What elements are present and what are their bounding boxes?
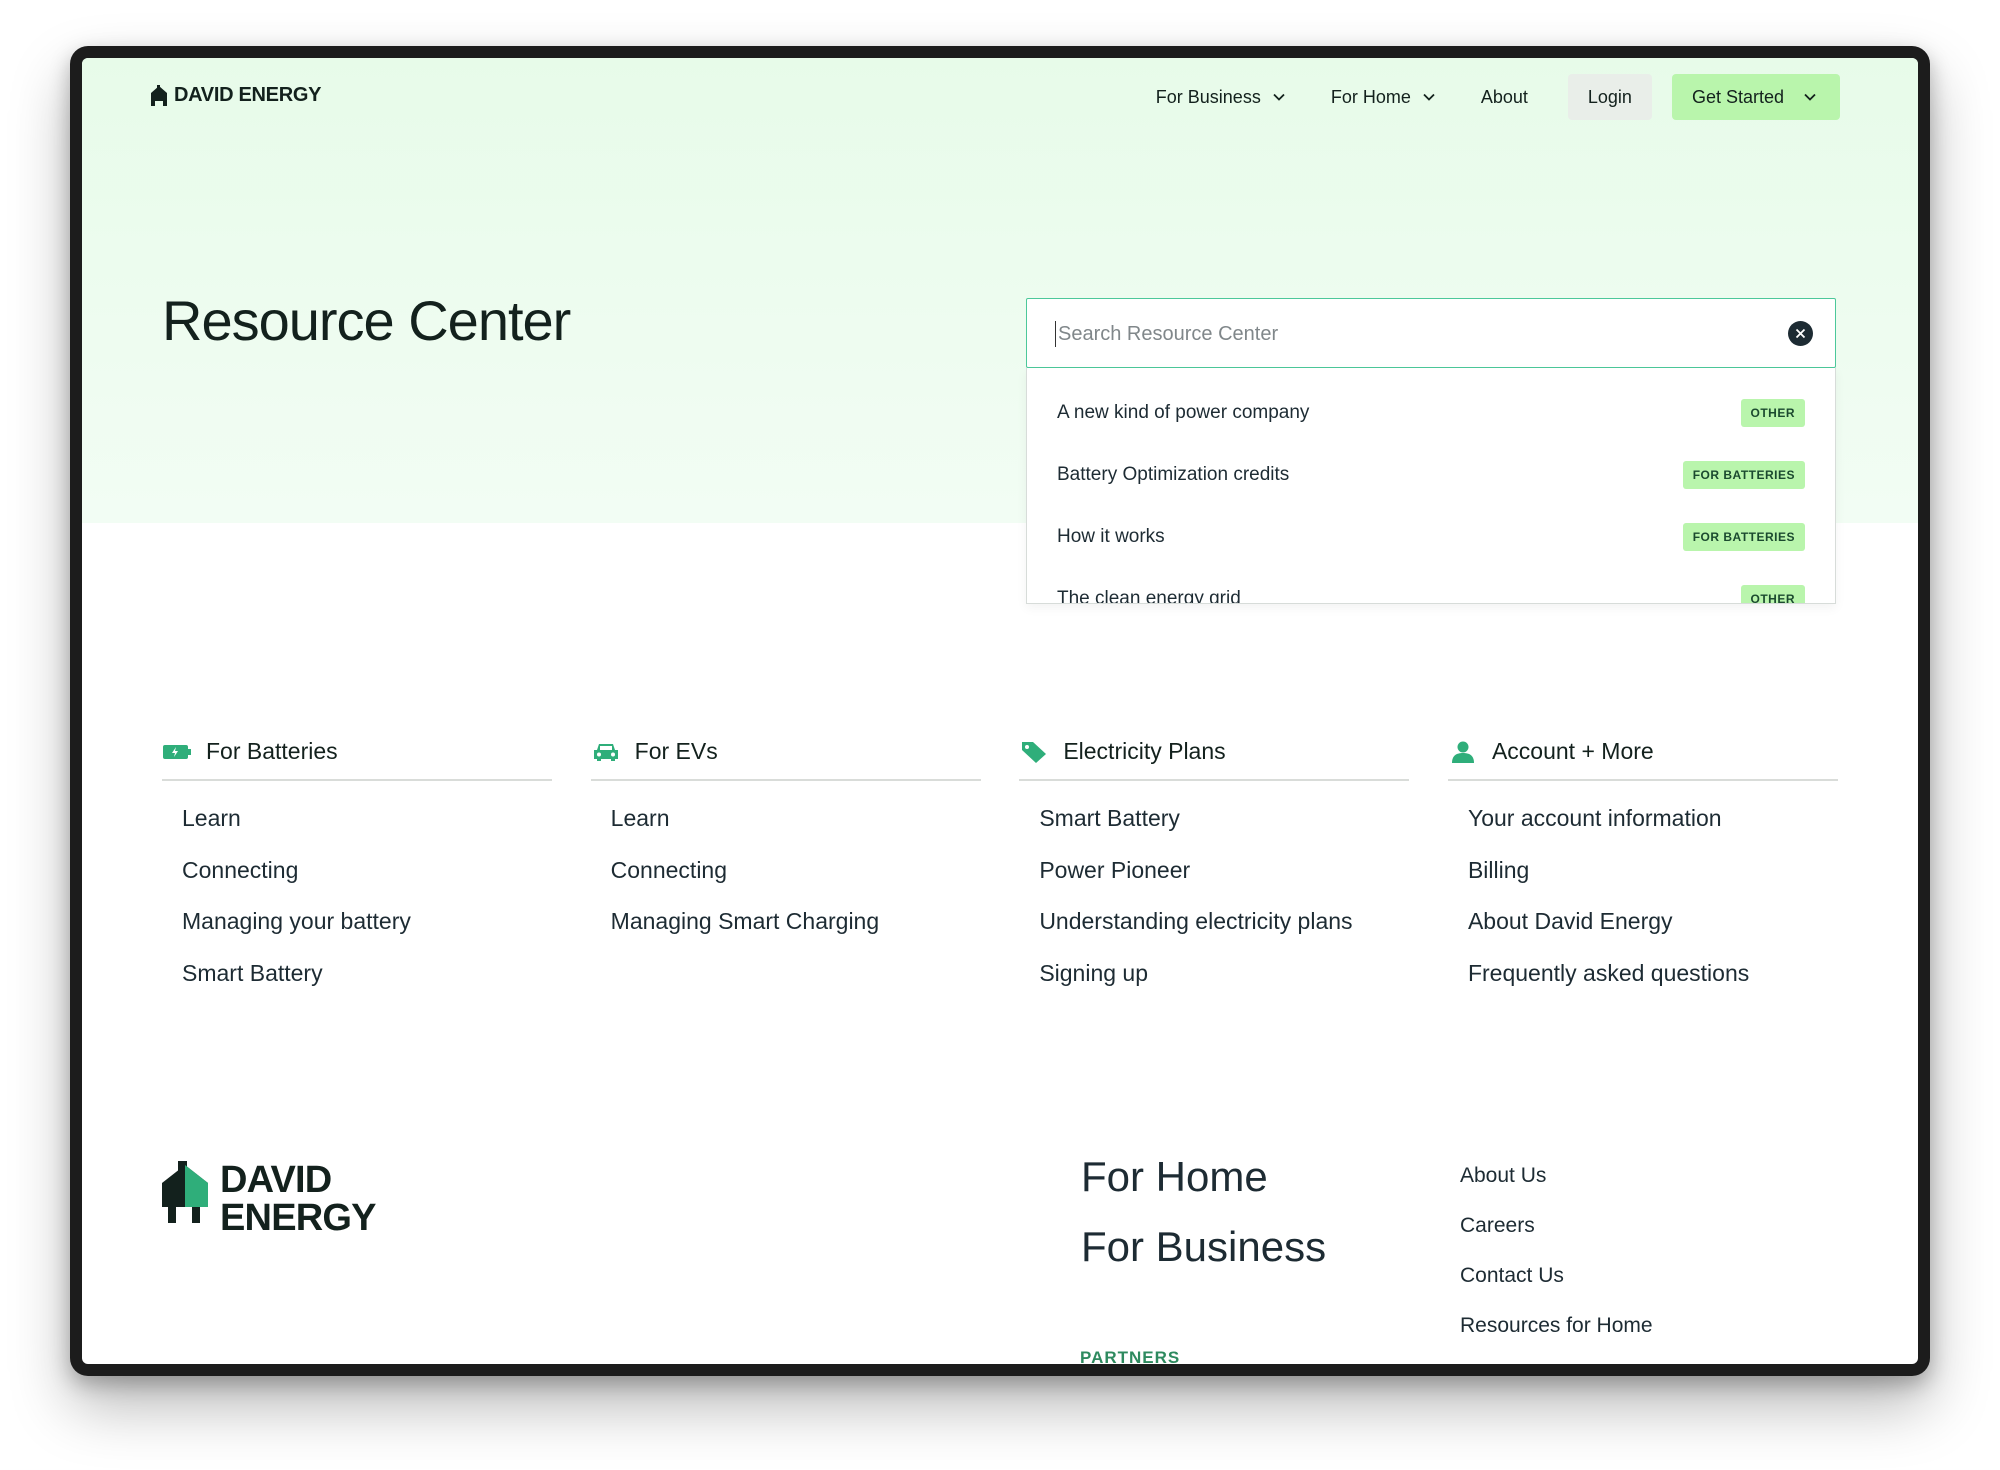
category-link[interactable]: Frequently asked questions bbox=[1448, 948, 1838, 1000]
footer-link[interactable]: Contact Us bbox=[1460, 1264, 1564, 1288]
nav-for-business-label: For Business bbox=[1155, 86, 1261, 107]
user-icon bbox=[1451, 741, 1474, 763]
footer-link-for-business[interactable]: For Business bbox=[1081, 1223, 1326, 1271]
header-logo[interactable]: DAVID ENERGY bbox=[150, 84, 321, 107]
category-link[interactable]: About David Energy bbox=[1448, 896, 1838, 948]
category-title: For EVs bbox=[634, 738, 718, 764]
search-result-item[interactable]: Battery Optimization credits FOR BATTERI… bbox=[1027, 444, 1835, 506]
category-link[interactable]: Your account information bbox=[1448, 793, 1838, 845]
category-link[interactable]: Learn bbox=[162, 793, 552, 845]
nav-about[interactable]: About bbox=[1459, 74, 1550, 120]
battery-icon bbox=[163, 744, 191, 759]
search-result-item[interactable]: A new kind of power company OTHER bbox=[1027, 382, 1835, 444]
footer-link[interactable]: Resources for Home bbox=[1460, 1314, 1653, 1338]
category-account-more: Account + More Your account information … bbox=[1447, 738, 1838, 999]
category-for-batteries: For Batteries Learn Connecting Managing … bbox=[162, 738, 552, 999]
category-title: For Batteries bbox=[206, 738, 338, 764]
page-viewport: DAVID ENERGY For Business For Home About… bbox=[82, 58, 1918, 1364]
footer-link[interactable]: About Us bbox=[1460, 1164, 1546, 1188]
search-result-tag: FOR BATTERIES bbox=[1682, 461, 1805, 489]
search-result-title: Battery Optimization credits bbox=[1057, 464, 1290, 485]
brand-name: DAVID ENERGY bbox=[174, 84, 322, 106]
category-heading[interactable]: For EVs bbox=[590, 738, 981, 781]
footer-brand-name: DAVID ENERGY bbox=[220, 1161, 376, 1237]
chevron-down-icon bbox=[1423, 93, 1435, 101]
search-results-dropdown: A new kind of power company OTHER Batter… bbox=[1026, 368, 1836, 604]
search-result-item[interactable]: How it works FOR BATTERIES bbox=[1027, 506, 1835, 568]
category-electricity-plans: Electricity Plans Smart Battery Power Pi… bbox=[1019, 738, 1410, 999]
footer-brand-line: ENERGY bbox=[220, 1197, 376, 1239]
category-title: Account + More bbox=[1491, 738, 1654, 764]
browser-frame: DAVID ENERGY For Business For Home About… bbox=[70, 46, 1930, 1376]
category-columns: For Batteries Learn Connecting Managing … bbox=[162, 738, 1838, 999]
category-heading[interactable]: Account + More bbox=[1447, 738, 1838, 781]
nav-for-business[interactable]: For Business bbox=[1134, 74, 1309, 120]
category-heading[interactable]: For Batteries bbox=[162, 738, 552, 781]
chevron-down-icon bbox=[1273, 93, 1285, 101]
footer-brand-line: DAVID bbox=[220, 1159, 332, 1201]
category-link[interactable]: Learn bbox=[591, 793, 981, 845]
search-result-tag: FOR BATTERIES bbox=[1682, 523, 1805, 551]
get-started-label: Get Started bbox=[1691, 86, 1784, 107]
page-title: Resource Center bbox=[162, 289, 571, 352]
footer-partners-heading: PARTNERS bbox=[1080, 1348, 1181, 1364]
footer-logo[interactable]: DAVID ENERGY bbox=[162, 1161, 376, 1237]
search-input[interactable] bbox=[1055, 321, 1780, 347]
car-icon bbox=[593, 743, 618, 761]
category-link[interactable]: Understanding electricity plans bbox=[1019, 896, 1409, 948]
search-box bbox=[1026, 298, 1836, 368]
category-link[interactable]: Smart Battery bbox=[1019, 793, 1409, 845]
tag-icon bbox=[1022, 741, 1047, 763]
category-link[interactable]: Managing Smart Charging bbox=[591, 896, 981, 948]
category-link[interactable]: Power Pioneer bbox=[1019, 845, 1409, 897]
category-link[interactable]: Smart Battery bbox=[162, 948, 552, 1000]
search-result-tag: OTHER bbox=[1740, 585, 1805, 603]
search-result-title: The clean energy grid bbox=[1057, 588, 1241, 604]
category-title: Electricity Plans bbox=[1063, 738, 1226, 764]
chevron-down-icon bbox=[1804, 93, 1816, 101]
footer-link[interactable]: Careers bbox=[1460, 1214, 1535, 1238]
category-heading[interactable]: Electricity Plans bbox=[1019, 738, 1410, 781]
category-link[interactable]: Managing your battery bbox=[162, 896, 552, 948]
category-links: Smart Battery Power Pioneer Understandin… bbox=[1019, 793, 1409, 999]
category-links: Your account information Billing About D… bbox=[1448, 793, 1838, 999]
clear-search-button[interactable] bbox=[1788, 321, 1813, 346]
category-links: Learn Connecting Managing Smart Charging bbox=[591, 793, 981, 948]
nav-about-label: About bbox=[1480, 86, 1528, 107]
main-nav: For Business For Home About Login Get St… bbox=[1134, 74, 1840, 120]
house-logo-icon bbox=[162, 1161, 208, 1223]
search-result-title: A new kind of power company bbox=[1057, 402, 1310, 423]
search-result-tag: OTHER bbox=[1740, 399, 1805, 427]
category-links: Learn Connecting Managing your battery S… bbox=[162, 793, 552, 999]
nav-for-home[interactable]: For Home bbox=[1309, 74, 1459, 120]
nav-for-home-label: For Home bbox=[1330, 86, 1411, 107]
category-link[interactable]: Signing up bbox=[1019, 948, 1409, 1000]
category-link[interactable]: Billing bbox=[1448, 845, 1838, 897]
category-for-evs: For EVs Learn Connecting Managing Smart … bbox=[590, 738, 981, 999]
close-icon bbox=[1795, 328, 1806, 339]
search-result-title: How it works bbox=[1057, 526, 1165, 547]
footer-link-for-home[interactable]: For Home bbox=[1081, 1153, 1268, 1201]
login-button[interactable]: Login bbox=[1567, 74, 1652, 120]
get-started-button[interactable]: Get Started bbox=[1671, 74, 1840, 120]
search-result-item[interactable]: The clean energy grid OTHER bbox=[1027, 568, 1835, 604]
category-link[interactable]: Connecting bbox=[162, 845, 552, 897]
house-logo-icon bbox=[151, 84, 167, 106]
category-link[interactable]: Connecting bbox=[591, 845, 981, 897]
